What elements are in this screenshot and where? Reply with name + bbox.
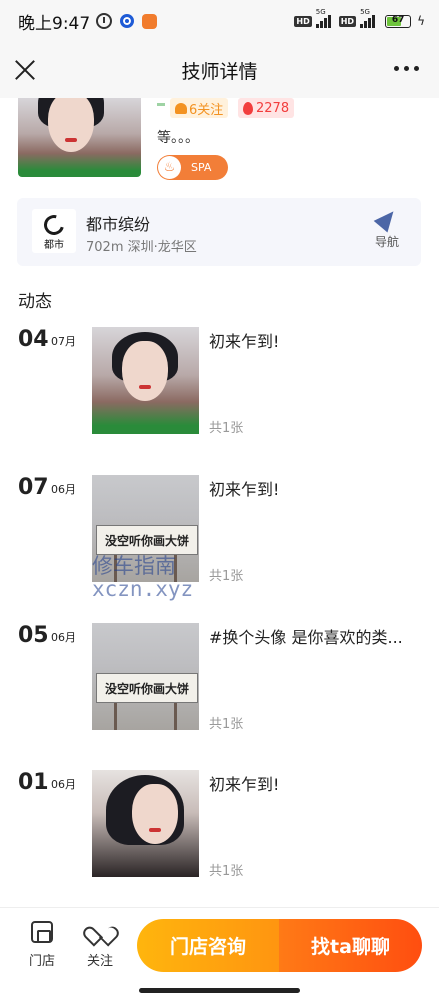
hd-badge: HD [294, 15, 312, 27]
feed-photo-count: 共1张 [209, 864, 244, 879]
feed-month: 06月 [51, 631, 76, 644]
heart-icon [175, 102, 187, 114]
alarm-icon [96, 13, 113, 29]
feed-section-title: 动态 [18, 292, 52, 312]
close-icon[interactable] [14, 59, 36, 81]
chat-button[interactable]: 找ta聊聊 [279, 919, 422, 972]
service-tag-label: SPA [191, 161, 212, 174]
battery-percent: 67 [391, 14, 405, 25]
charging-icon: ϟ [417, 14, 425, 28]
feed-photo-count: 共1张 [209, 717, 244, 732]
follow-count-badge: 6关注 [170, 98, 229, 118]
feed-day: 07 [18, 475, 49, 500]
billboard-text: 没空听你画大饼 [96, 525, 198, 555]
profile-header: 6关注 2278 等。。。 ♨ SPA [0, 98, 439, 190]
signal-icon: 5G [360, 8, 376, 28]
service-tag[interactable]: ♨ SPA [157, 155, 228, 180]
feed-day: 04 [18, 327, 49, 352]
feed-month: 07月 [51, 335, 76, 348]
page-title: 技师详情 [181, 60, 258, 83]
feed-text: 初来乍到! [209, 480, 280, 499]
nav-bar: 技师详情 [0, 42, 439, 98]
store-button-label: 门店 [28, 954, 55, 969]
feed-photo-count: 共1张 [209, 421, 244, 436]
store-logo-text: 都市 [44, 240, 64, 251]
store-logo: 都市 [32, 209, 76, 253]
app-notification-icon [120, 14, 135, 28]
shopping-app-icon [142, 13, 158, 29]
popularity-count: 2278 [256, 100, 290, 116]
store-card[interactable]: 都市 都市缤纷 702m 深圳·龙华区 导航 [17, 198, 421, 266]
technician-avatar[interactable] [18, 98, 141, 177]
network-label: 5G [360, 8, 370, 16]
watermark-line: xczn.xyz [92, 577, 194, 601]
feed-text: 初来乍到! [209, 332, 280, 351]
follow-count: 6关注 [189, 102, 224, 118]
navigate-button[interactable]: 导航 [368, 205, 406, 250]
feed-text: #换个头像 是你喜欢的类... [209, 628, 403, 647]
feed-month: 06月 [51, 483, 76, 496]
more-options-icon[interactable] [394, 66, 419, 71]
feed-item[interactable]: 07 06月 没空听你画大饼 初来乍到! 共1张 [0, 475, 439, 585]
store-name: 都市缤纷 [86, 215, 151, 234]
watermark-line: 修车指南 [92, 554, 176, 578]
feed-item[interactable]: 01 06月 初来乍到! 共1张 [0, 770, 439, 880]
status-time: 晚上9:47 [18, 13, 91, 34]
store-consult-button[interactable]: 门店咨询 [137, 919, 279, 972]
feed-month: 06月 [51, 778, 76, 791]
home-indicator[interactable] [139, 988, 300, 993]
navigate-label: 导航 [374, 235, 399, 249]
store-distance: 702m 深圳·龙华区 [86, 240, 197, 255]
feed-item[interactable]: 05 06月 没空听你画大饼 #换个头像 是你喜欢的类... 共1张 [0, 623, 439, 733]
navigation-arrow-icon [373, 205, 401, 233]
bottom-action-bar: 门店 关注 门店咨询 找ta聊聊 [0, 907, 439, 1000]
billboard-text: 没空听你画大饼 [96, 673, 198, 703]
feed-photo[interactable] [92, 327, 199, 434]
feed-day: 01 [18, 770, 49, 795]
feed-item[interactable]: 04 07月 初来乍到! 共1张 [0, 327, 439, 437]
network-label: 5G [315, 8, 326, 16]
feed-photo[interactable] [92, 770, 199, 877]
follow-button[interactable]: 关注 [78, 921, 122, 969]
store-icon [31, 921, 53, 943]
signal-icon: 5G [315, 8, 331, 28]
fire-icon [243, 101, 253, 115]
divider [157, 103, 165, 106]
profile-intro: 等。。。 [157, 130, 199, 146]
popularity-badge: 2278 [238, 98, 295, 118]
massage-icon: ♨ [158, 156, 181, 179]
feed-day: 05 [18, 623, 49, 648]
heart-outline-icon [80, 921, 122, 947]
feed-photo-count: 共1张 [209, 569, 244, 584]
watermark: 修车指南 xczn.xyz [92, 555, 193, 601]
status-bar: 晚上9:47 HD 5G HD 5G 67 ϟ [0, 0, 439, 42]
follow-button-label: 关注 [86, 954, 113, 969]
hd-badge: HD [338, 15, 357, 27]
store-button[interactable]: 门店 [20, 921, 64, 969]
feed-photo[interactable]: 没空听你画大饼 [92, 623, 199, 730]
feed-text: 初来乍到! [209, 775, 280, 794]
battery-icon: 67 [385, 14, 412, 28]
